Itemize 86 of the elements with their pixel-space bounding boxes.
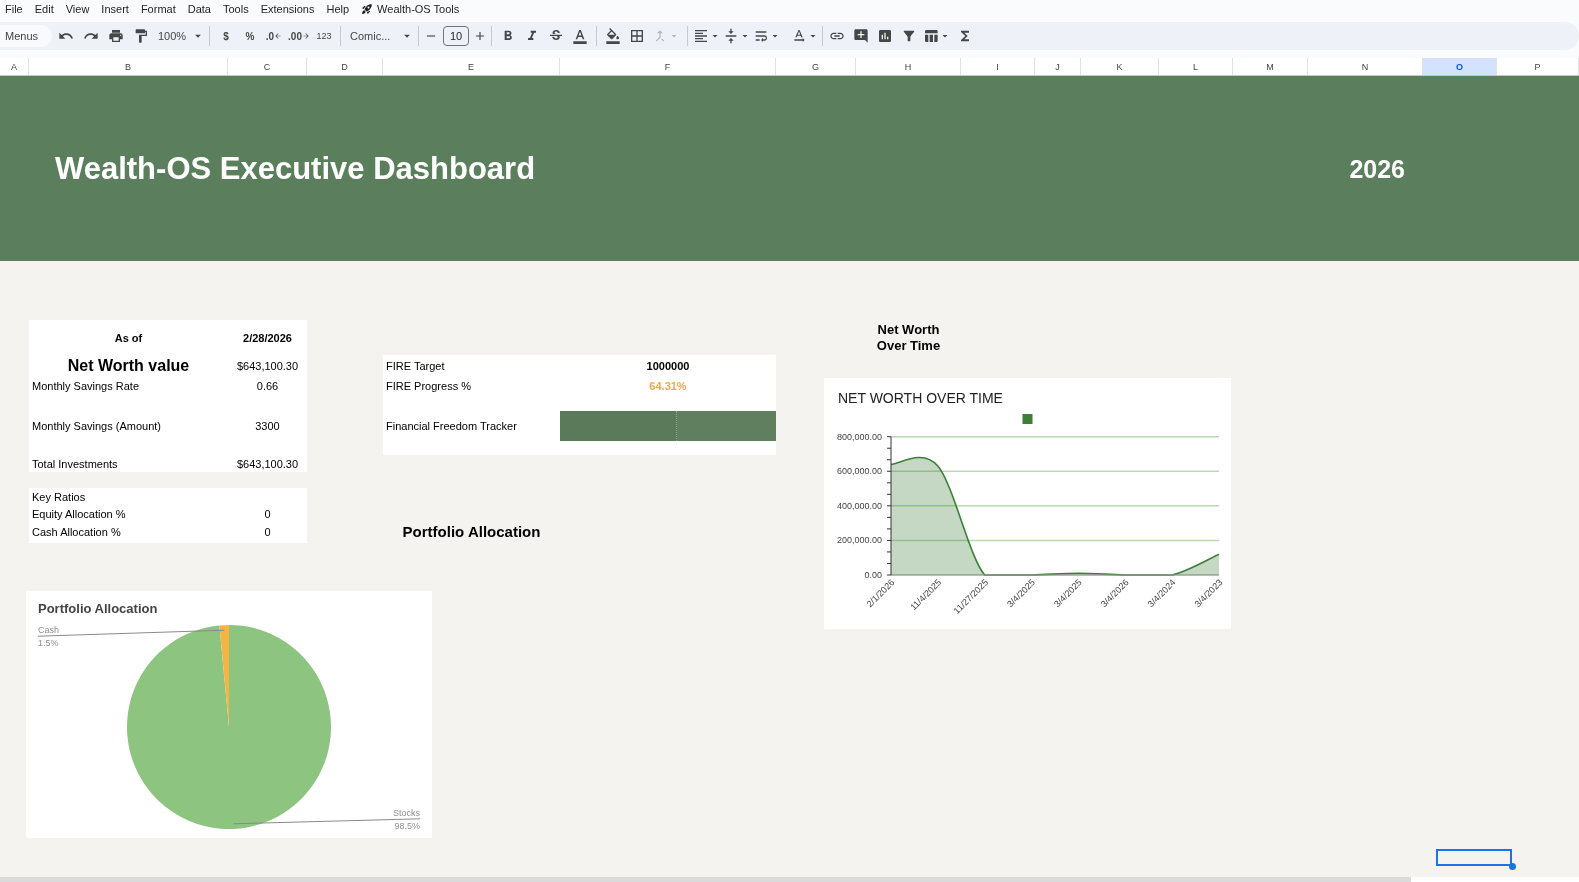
column-header[interactable]: F [560,58,776,75]
column-header[interactable]: A [0,58,29,75]
extension-menu[interactable]: Wealth-OS Tools [361,2,460,16]
increase-decimals-button[interactable]: .00 [286,24,312,48]
column-header[interactable]: C [228,58,307,75]
menu-search-field[interactable]: Menus [0,25,52,47]
bar-chart-icon [877,28,893,44]
column-header[interactable]: B [29,58,228,75]
vertical-align-icon [723,28,739,44]
legend-swatch-icon [1022,414,1033,424]
column-header[interactable]: I [961,58,1035,75]
metric-label: Equity Allocation % [32,506,126,521]
paint-bucket-icon [604,28,621,44]
slice-label: Cash [38,625,59,636]
plus-icon [473,29,487,43]
horizontal-scrollbar[interactable] [0,877,1411,882]
rocket-icon [361,3,374,15]
column-header[interactable]: O [1423,58,1497,75]
metric-label: As of [114,330,143,345]
currency-button[interactable]: $ [214,24,238,48]
chart-title: Portfolio Allocation [38,601,158,617]
table-icon [923,28,939,44]
filter-icon [901,28,917,44]
align-left-icon [693,28,709,44]
percent-button[interactable]: % [238,24,262,48]
axis-label: 400,000.00 [836,500,882,511]
text-color-icon [572,28,588,44]
slice-label: Stocks [393,807,420,818]
slice-value: 1.5% [38,638,59,649]
column-header[interactable]: E [383,58,560,75]
column-header[interactable]: P [1497,58,1579,75]
metric-label: Cash Allocation % [32,524,121,539]
menu-item[interactable]: Data [187,2,211,16]
border-grid-icon [628,28,645,44]
font-dropdown[interactable]: Comic... [345,24,414,48]
metric-value: $643,100.30 [236,456,299,471]
column-header[interactable]: H [856,58,961,75]
menu-item[interactable]: View [65,2,90,16]
menu-item[interactable]: File [5,2,23,16]
text-rotation-icon [791,28,807,44]
metric-label: Monthly Savings (Amount) [32,419,161,433]
metric-label: Total Investments [32,456,118,471]
column-header[interactable]: D [307,58,383,75]
section-heading: Portfolio Allocation [402,523,541,541]
axis-label: 200,000.00 [836,535,882,546]
metric-value: 1000000 [646,358,690,373]
metric-label: FIRE Target [386,358,445,373]
metric-value: 0 [264,506,271,521]
axis-label: 600,000.00 [836,466,882,477]
menu-item[interactable]: Tools [222,2,249,16]
year-label: 2026 [1349,153,1405,184]
menu-item[interactable]: Extensions [260,2,315,16]
add-comment-icon [853,28,869,44]
metric-value: 2/28/2026 [243,330,292,345]
metric-label: FIRE Progress % [386,379,471,393]
metric-value: 0.66 [256,379,279,393]
slice-value: 98.5% [394,820,420,831]
metric-value: 0 [264,524,271,539]
column-header[interactable]: G [776,58,856,75]
menu-item[interactable]: Help [326,2,350,16]
section-heading: Net Worth Over Time [875,321,942,354]
metric-label: Net Worth value [67,356,190,375]
column-header[interactable]: L [1159,58,1233,75]
font-size-field[interactable]: 10 [443,26,469,46]
metric-value: $643,100.30 [236,358,299,373]
metric-value: 3300 [255,419,280,433]
metric-label: Financial Freedom Tracker [386,419,517,433]
column-header[interactable]: M [1233,58,1308,75]
number-format-button[interactable]: 123 [312,24,336,48]
menu-item[interactable]: Edit [34,2,54,16]
menu-item[interactable]: Format [140,2,176,16]
decrease-decimals-button[interactable]: .0 [262,24,286,48]
metric-label: Monthly Savings Rate [32,379,139,393]
column-header[interactable]: K [1081,58,1159,75]
metric-value: 64.31% [649,379,687,393]
zoom-dropdown[interactable]: 100% [153,24,205,48]
column-header[interactable]: J [1035,58,1081,75]
axis-label: 800,000.00 [836,431,882,442]
print-icon [107,28,124,44]
section-title: Key Ratios [32,489,86,504]
axis-label: 0.00 [864,570,882,580]
chart-title: NET WORTH OVER TIME [838,390,1003,406]
dashboard-title: Wealth-OS Executive Dashboard [55,150,536,187]
menu-item[interactable]: Insert [101,2,129,16]
wrap-text-icon [753,28,769,44]
fill-handle[interactable] [1509,863,1516,870]
